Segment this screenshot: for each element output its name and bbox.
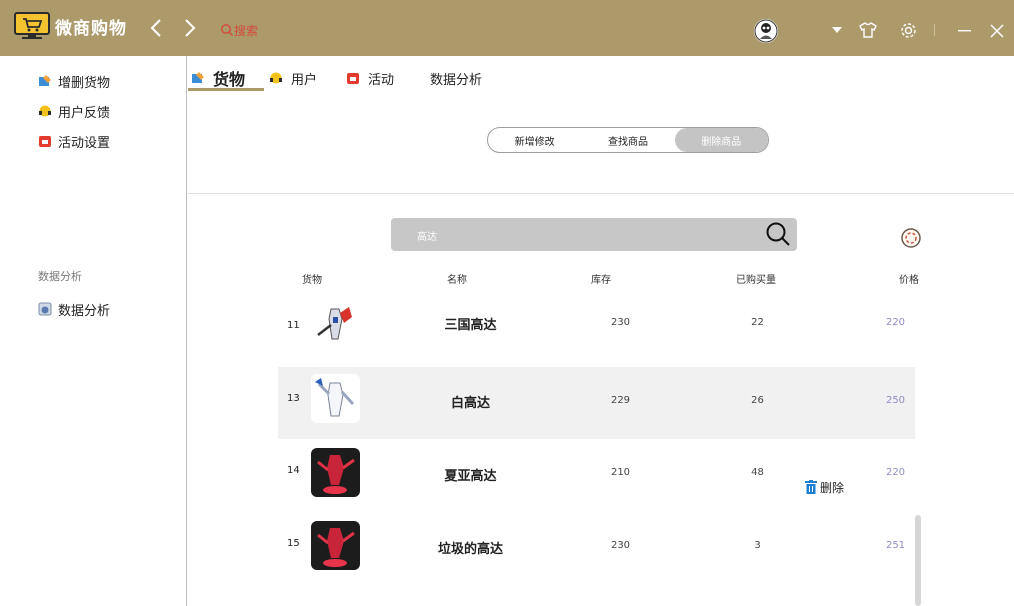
delete-label: 删除 bbox=[820, 480, 845, 495]
chevron-right-icon[interactable] bbox=[178, 17, 200, 39]
sidebar-item-data-analysis[interactable]: 数据分析 bbox=[38, 299, 110, 319]
product-thumbnail bbox=[311, 521, 360, 570]
product-stock: 229 bbox=[610, 395, 631, 406]
mode-segmented-control: 新增修改 查找商品 删除商品 bbox=[487, 127, 769, 153]
product-price: 220 bbox=[885, 467, 906, 478]
product-thumbnail bbox=[311, 448, 360, 497]
caret-down-icon[interactable] bbox=[832, 27, 842, 33]
gundam-figure-icon bbox=[311, 299, 360, 348]
column-header-bought: 已购买量 bbox=[736, 275, 776, 286]
content-divider bbox=[188, 193, 1014, 194]
column-header-price: 价格 bbox=[899, 275, 919, 286]
search-icon bbox=[221, 24, 233, 36]
active-tab-underline bbox=[188, 88, 264, 91]
tab-label: 用户 bbox=[291, 72, 318, 88]
headset-icon bbox=[270, 72, 282, 84]
global-search-input[interactable]: 搜索 bbox=[220, 22, 258, 38]
sidebar-item-label: 活动设置 bbox=[58, 135, 111, 151]
column-header-goods: 货物 bbox=[302, 275, 322, 286]
product-price: 220 bbox=[885, 317, 906, 328]
table-row[interactable]: 14 夏亚高达 210 48 220 bbox=[278, 441, 915, 513]
gundam-figure-icon bbox=[311, 521, 360, 570]
column-header-name: 名称 bbox=[447, 275, 467, 286]
tab-label: 货物 bbox=[213, 70, 246, 89]
trash-icon bbox=[805, 480, 817, 494]
product-bought: 3 bbox=[754, 540, 761, 551]
avatar[interactable] bbox=[754, 19, 778, 43]
goods-edit-icon bbox=[192, 72, 204, 83]
segment-delete-product[interactable]: 删除商品 bbox=[674, 128, 768, 152]
table-row[interactable]: 15 垃圾的高达 230 3 251 bbox=[278, 514, 915, 586]
main-tabs: 货物 用户 活动 数据分析 bbox=[188, 56, 1014, 96]
delete-button[interactable]: 删除 bbox=[805, 479, 844, 495]
column-header-stock: 库存 bbox=[591, 275, 611, 286]
gift-icon bbox=[39, 136, 51, 147]
analysis-icon bbox=[38, 302, 52, 316]
tab-data-analysis[interactable]: 数据分析 bbox=[430, 66, 482, 90]
titlebar-divider bbox=[934, 24, 935, 36]
row-id: 11 bbox=[287, 320, 300, 331]
product-stock: 230 bbox=[610, 317, 631, 328]
tab-activity[interactable]: 活动 bbox=[346, 66, 394, 90]
headset-icon bbox=[39, 105, 51, 117]
sidebar-item-label: 用户反馈 bbox=[58, 105, 111, 121]
goods-edit-icon bbox=[39, 75, 51, 86]
table-row[interactable]: 13 白高达 229 26 250 bbox=[278, 367, 915, 439]
gundam-figure-icon bbox=[311, 374, 360, 423]
minimize-icon[interactable] bbox=[958, 30, 971, 32]
product-bought: 48 bbox=[751, 467, 764, 478]
row-id: 13 bbox=[287, 393, 300, 404]
product-name: 夏亚高达 bbox=[444, 469, 497, 484]
product-price: 250 bbox=[885, 395, 906, 406]
sidebar-item-feedback[interactable]: 用户反馈 bbox=[38, 101, 110, 121]
title-bar: 微商购物 搜索 bbox=[0, 0, 1014, 56]
table-scrollbar[interactable] bbox=[915, 515, 921, 606]
sidebar: 增删货物 用户反馈 活动设置 数据分析 数据分析 bbox=[0, 56, 187, 606]
tshirt-icon[interactable] bbox=[859, 22, 877, 38]
refresh-icon[interactable] bbox=[900, 227, 922, 249]
product-name: 三国高达 bbox=[444, 318, 497, 333]
search-icon[interactable] bbox=[765, 221, 791, 247]
tab-label: 活动 bbox=[368, 72, 395, 88]
tab-goods[interactable]: 货物 bbox=[191, 66, 245, 90]
gundam-figure-icon bbox=[311, 448, 360, 497]
table-row[interactable]: 11 三国高达 230 22 220 bbox=[278, 292, 915, 364]
product-price: 251 bbox=[885, 540, 906, 551]
product-name: 白高达 bbox=[450, 396, 490, 411]
product-bought: 26 bbox=[751, 395, 764, 406]
row-id: 15 bbox=[287, 538, 300, 549]
product-thumbnail bbox=[311, 374, 360, 423]
segment-add-edit[interactable]: 新增修改 bbox=[488, 128, 581, 152]
sidebar-item-label: 数据分析 bbox=[58, 303, 111, 319]
product-search-input[interactable]: 高达 bbox=[391, 218, 797, 251]
product-search-value: 高达 bbox=[417, 232, 437, 243]
app-title: 微商购物 bbox=[55, 19, 127, 39]
chevron-left-icon[interactable] bbox=[146, 17, 168, 39]
tab-users[interactable]: 用户 bbox=[269, 66, 317, 90]
product-thumbnail bbox=[311, 299, 360, 348]
sidebar-section-title: 数据分析 bbox=[38, 270, 82, 283]
gear-icon[interactable] bbox=[900, 22, 917, 39]
product-bought: 22 bbox=[751, 317, 764, 328]
close-icon[interactable] bbox=[990, 24, 1004, 38]
sidebar-item-activity[interactable]: 活动设置 bbox=[38, 131, 110, 151]
sidebar-item-label: 增删货物 bbox=[58, 75, 111, 91]
sidebar-item-goods[interactable]: 增删货物 bbox=[38, 71, 110, 91]
product-stock: 230 bbox=[610, 540, 631, 551]
product-name: 垃圾的高达 bbox=[437, 542, 503, 557]
row-id: 14 bbox=[287, 465, 300, 476]
segment-find-product[interactable]: 查找商品 bbox=[581, 128, 674, 152]
avatar-image-icon bbox=[754, 19, 778, 43]
tab-label: 数据分析 bbox=[430, 72, 483, 88]
shop-monitor-icon bbox=[14, 12, 50, 39]
product-stock: 210 bbox=[610, 467, 631, 478]
gift-icon bbox=[347, 73, 359, 84]
search-placeholder: 搜索 bbox=[234, 23, 259, 38]
